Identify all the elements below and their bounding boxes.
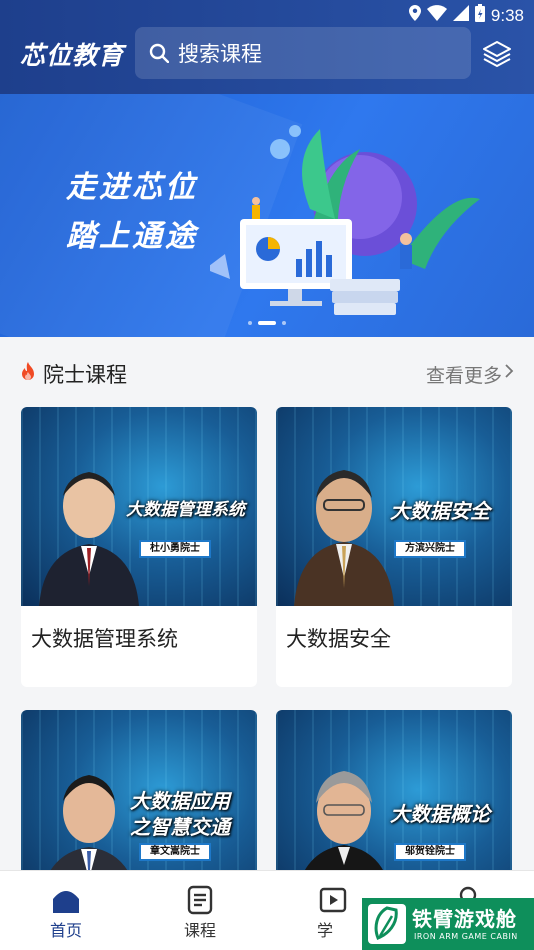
watermark-logo (368, 904, 406, 944)
banner-illustration (210, 125, 480, 315)
pager-dot-active[interactable] (258, 321, 276, 325)
search-input[interactable]: 搜索课程 (135, 27, 471, 79)
tab-study[interactable]: 学 (293, 885, 373, 941)
tab-courses-label: 课程 (183, 921, 216, 940)
lecturer-badge: 章文嵩院士 (139, 843, 211, 861)
course-title: 大数据安全 (286, 627, 391, 651)
signal-icon (452, 5, 469, 27)
thumbnail-title: 大数据应用 之智慧交通 (115, 788, 245, 840)
thumbnail-title: 大数据管理系统 (126, 500, 245, 520)
tab-home-label: 首页 (49, 921, 82, 940)
tab-study-label: 学 (317, 921, 334, 940)
lecturer-badge: 邬贺铨院士 (394, 843, 466, 861)
home-icon (53, 891, 79, 913)
document-icon (187, 885, 213, 915)
clock: 9:38 (490, 6, 524, 25)
layers-icon[interactable] (482, 40, 512, 68)
pager-dot[interactable] (248, 321, 252, 325)
location-icon (408, 5, 421, 27)
tab-courses[interactable]: 课程 (160, 885, 240, 941)
leaf-icon (374, 906, 398, 940)
lecturer-badge: 方滨兴院士 (394, 540, 466, 558)
thumbnail-title-line: 大数据应用 (130, 789, 230, 813)
wifi-icon (426, 5, 447, 27)
app-logo: 芯位教育 (20, 41, 125, 70)
section-title: 院士课程 (43, 363, 127, 387)
banner-pager[interactable] (0, 321, 534, 325)
thumbnail-title: 大数据概论 (390, 802, 490, 826)
watermark-subtitle: IRON ARM GAME CABIN (414, 932, 518, 941)
course-thumbnail: 大数据管理系统 杜小勇院士 (21, 407, 257, 606)
course-card[interactable]: 大数据安全 方滨兴院士 大数据安全 (276, 407, 512, 687)
watermark-title: 铁臂游戏舱 (412, 907, 517, 931)
play-icon (319, 887, 347, 913)
banner-headline-1: 走进芯位 (66, 170, 198, 205)
section-header: 院士课程 查看更多 (0, 337, 534, 407)
course-title: 大数据管理系统 (31, 627, 178, 651)
status-bar: 9:38 (0, 0, 534, 28)
search-placeholder: 搜索课程 (178, 42, 262, 66)
banner-headline-2: 踏上通途 (66, 219, 198, 254)
thumbnail-title: 大数据安全 (390, 499, 490, 523)
fire-icon (22, 362, 34, 380)
lecturer-badge: 杜小勇院士 (139, 540, 211, 558)
promo-banner[interactable]: 走进芯位 踏上通途 (0, 94, 534, 337)
course-thumbnail: 大数据安全 方滨兴院士 (276, 407, 512, 606)
lecturer-portrait (294, 470, 394, 606)
app-header: 9:38 芯位教育 搜索课程 (0, 0, 534, 94)
pager-dot[interactable] (282, 321, 286, 325)
search-icon (149, 43, 169, 63)
watermark-overlay: 铁臂游戏舱 IRON ARM GAME CABIN (362, 898, 534, 950)
course-card[interactable]: 大数据管理系统 杜小勇院士 大数据管理系统 (21, 407, 257, 687)
tab-home[interactable]: 首页 (26, 885, 106, 941)
view-more-link[interactable]: 查看更多 (426, 361, 502, 388)
academician-courses-section: 院士课程 查看更多 大数据管理系统 杜小勇院士 大数据管理系统 大数据安全 方滨… (0, 337, 534, 950)
chevron-right-icon[interactable] (504, 363, 514, 379)
thumbnail-title-line: 之智慧交通 (130, 815, 230, 839)
battery-icon (474, 4, 485, 28)
lecturer-portrait (39, 472, 139, 606)
